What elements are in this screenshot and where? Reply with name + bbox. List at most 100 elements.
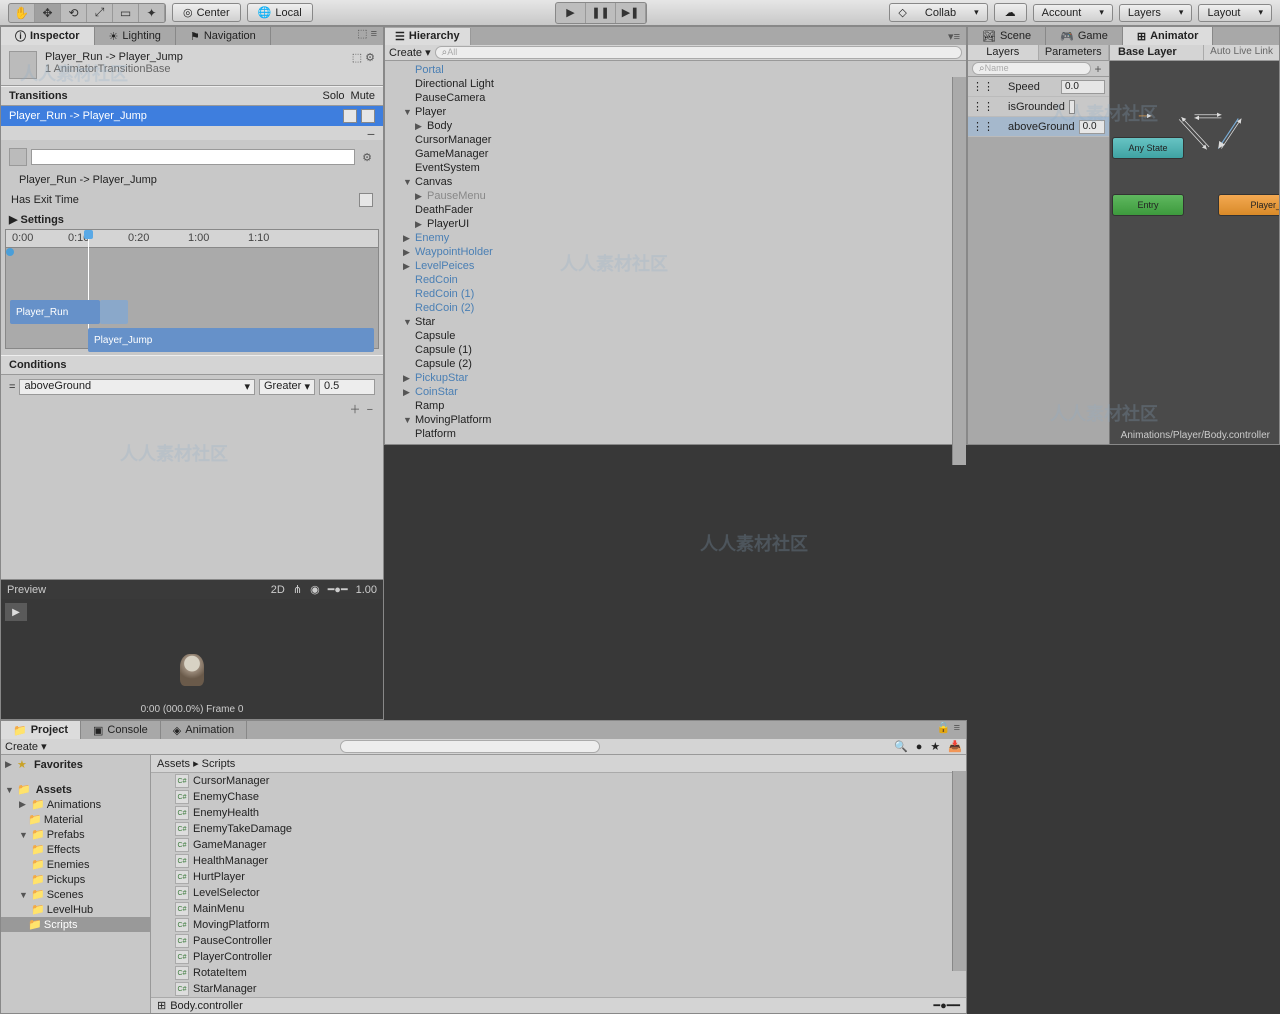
condition-comparator-dropdown[interactable]: Greater▾ [259,379,315,395]
account-dropdown[interactable]: Account [1033,4,1113,22]
search-filter-icon[interactable]: 🔍 [894,740,908,753]
tab-navigation[interactable]: ⚑Navigation [176,27,271,45]
step-button[interactable]: ▶❚ [616,3,646,23]
list-item[interactable]: ▶LevelPeices [385,259,966,273]
transition-timeline[interactable]: 0:00 0:10 0:20 1:00 1:10 Player_Run Play… [5,229,379,349]
tab-inspector[interactable]: ⓘInspector [1,27,95,45]
scrollbar[interactable] [952,771,966,971]
list-item[interactable]: Capsule (2) [385,357,966,371]
move-tool[interactable]: ✥ [35,4,61,22]
rect-tool[interactable]: ▭ [113,4,139,22]
preview-ik-icon[interactable]: ⋔ [293,583,302,596]
has-exit-time-row[interactable]: Has Exit Time [1,190,383,210]
list-item[interactable]: DeathFader [385,203,966,217]
favorite-icon[interactable]: ★ [930,740,940,753]
auto-live-link[interactable]: Auto Live Link [1203,45,1279,60]
file-item[interactable]: C#RotateItem [151,965,966,981]
transform-tool[interactable]: ✦ [139,4,165,22]
remove-condition-button[interactable]: − [367,404,373,416]
create-dropdown[interactable]: Create ▾ [5,740,47,753]
file-item[interactable]: C#MainMenu [151,901,966,917]
parameters-tab[interactable]: Parameters [1039,45,1110,60]
tab-console[interactable]: ▣Console [81,721,161,739]
anystate-node[interactable]: Any State [1112,137,1184,159]
file-item[interactable]: C#EnemyHealth [151,805,966,821]
file-item[interactable]: C#EnemyTakeDamage [151,821,966,837]
transition-row[interactable]: Player_Run -> Player_Jump [1,106,383,126]
collab-dropdown[interactable]: ◇Collab [889,3,987,22]
folder-item[interactable]: 📁 LevelHub [1,902,150,917]
tab-animator[interactable]: ⊞Animator [1123,27,1214,45]
animator-graph[interactable]: Any State Entry Player_Idle Player_Run P… [1110,61,1279,444]
list-item[interactable]: Capsule (1) [385,343,966,357]
tab-project[interactable]: 📁Project [1,721,81,739]
folder-item[interactable]: 📁 Pickups [1,872,150,887]
save-search-icon[interactable]: 📥 [948,740,962,753]
list-item[interactable]: ▶PlayerUI [385,217,966,231]
favorites-item[interactable]: ▶★ Favorites [1,757,150,772]
list-item[interactable]: EventSystem [385,161,966,175]
list-item[interactable]: Directional Light [385,77,966,91]
layers-dropdown[interactable]: Layers [1119,4,1193,22]
settings-foldout[interactable]: ▶ Settings [1,210,383,229]
list-item[interactable]: Capsule [385,329,966,343]
list-item[interactable]: RedCoin [385,273,966,287]
folder-item[interactable]: ▼📁 Scenes [1,887,150,902]
local-button[interactable]: 🌐Local [247,3,313,22]
hierarchy-tab[interactable]: ☰Hierarchy [385,28,471,45]
list-item[interactable]: ▼Canvas [385,175,966,189]
idle-node[interactable]: Player_Idle [1218,194,1279,216]
preview-2d-toggle[interactable]: 2D [271,584,285,596]
list-item[interactable]: PauseCamera [385,91,966,105]
pause-button[interactable]: ❚❚ [586,3,616,23]
tab-game[interactable]: 🎮Game [1046,27,1123,45]
condition-param-dropdown[interactable]: aboveGround▾ [19,379,255,395]
list-item[interactable]: ▼Star [385,315,966,329]
project-search[interactable] [340,740,600,753]
panel-options-icon[interactable]: 🔒 ≡ [937,721,966,739]
rotate-tool[interactable]: ⟲ [61,4,87,22]
scale-tool[interactable]: ⤢ [87,4,113,22]
list-item[interactable]: GameManager [385,147,966,161]
scrollbar[interactable] [952,77,966,465]
folder-item[interactable]: 📁 Effects [1,842,150,857]
entry-node[interactable]: Entry [1112,194,1184,216]
file-item[interactable]: C#MovingPlatform [151,917,966,933]
preview-pivot-icon[interactable]: ◉ [310,583,320,596]
param-row[interactable]: ⋮⋮isGrounded [968,97,1109,117]
param-row[interactable]: ⋮⋮Speed0.0 [968,77,1109,97]
list-item[interactable]: ▶Enemy [385,231,966,245]
param-row[interactable]: ⋮⋮aboveGround0.0 [968,117,1109,137]
file-item[interactable]: C#HealthManager [151,853,966,869]
filter-type-icon[interactable]: ● [916,741,923,753]
remove-transition-button[interactable]: − [1,126,383,140]
layers-tab[interactable]: Layers [968,45,1039,60]
list-item[interactable]: ▶PauseMenu [385,189,966,203]
assets-item[interactable]: ▼📁 Assets [1,782,150,797]
file-item[interactable]: C#LevelSelector [151,885,966,901]
list-item[interactable]: CursorManager [385,133,966,147]
list-item[interactable]: ▶PickupStar [385,371,966,385]
folder-item[interactable]: ▼📁 Prefabs [1,827,150,842]
list-item[interactable]: ▶WaypointHolder [385,245,966,259]
list-item[interactable]: RedCoin (2) [385,301,966,315]
file-item[interactable]: C#PauseController [151,933,966,949]
preview-play-button[interactable]: ▶ [5,603,27,621]
panel-options-icon[interactable]: ▾≡ [948,30,966,43]
file-item[interactable]: C#GameManager [151,837,966,853]
base-layer-breadcrumb[interactable]: Base Layer [1110,45,1185,60]
add-condition-button[interactable]: ＋ [349,404,360,416]
timeline-state-jump[interactable]: Player_Jump [88,328,374,352]
tab-scene[interactable]: 🏞Scene [968,27,1046,45]
list-item[interactable]: Portal [385,63,966,77]
create-dropdown[interactable]: Create ▾ [389,46,431,59]
layout-dropdown[interactable]: Layout [1198,4,1272,22]
timeline-state-run[interactable]: Player_Run [10,300,100,324]
condition-value-field[interactable]: 0.5 [319,379,375,395]
breadcrumb[interactable]: Assets ▸ Scripts [151,755,966,773]
add-param-button[interactable]: + [1091,62,1105,76]
playhead-marker-icon[interactable] [6,248,14,256]
transition-name-field[interactable] [31,149,355,165]
hierarchy-search[interactable]: ⌕All [435,46,962,59]
folder-item[interactable]: 📁 Scripts [1,917,150,932]
